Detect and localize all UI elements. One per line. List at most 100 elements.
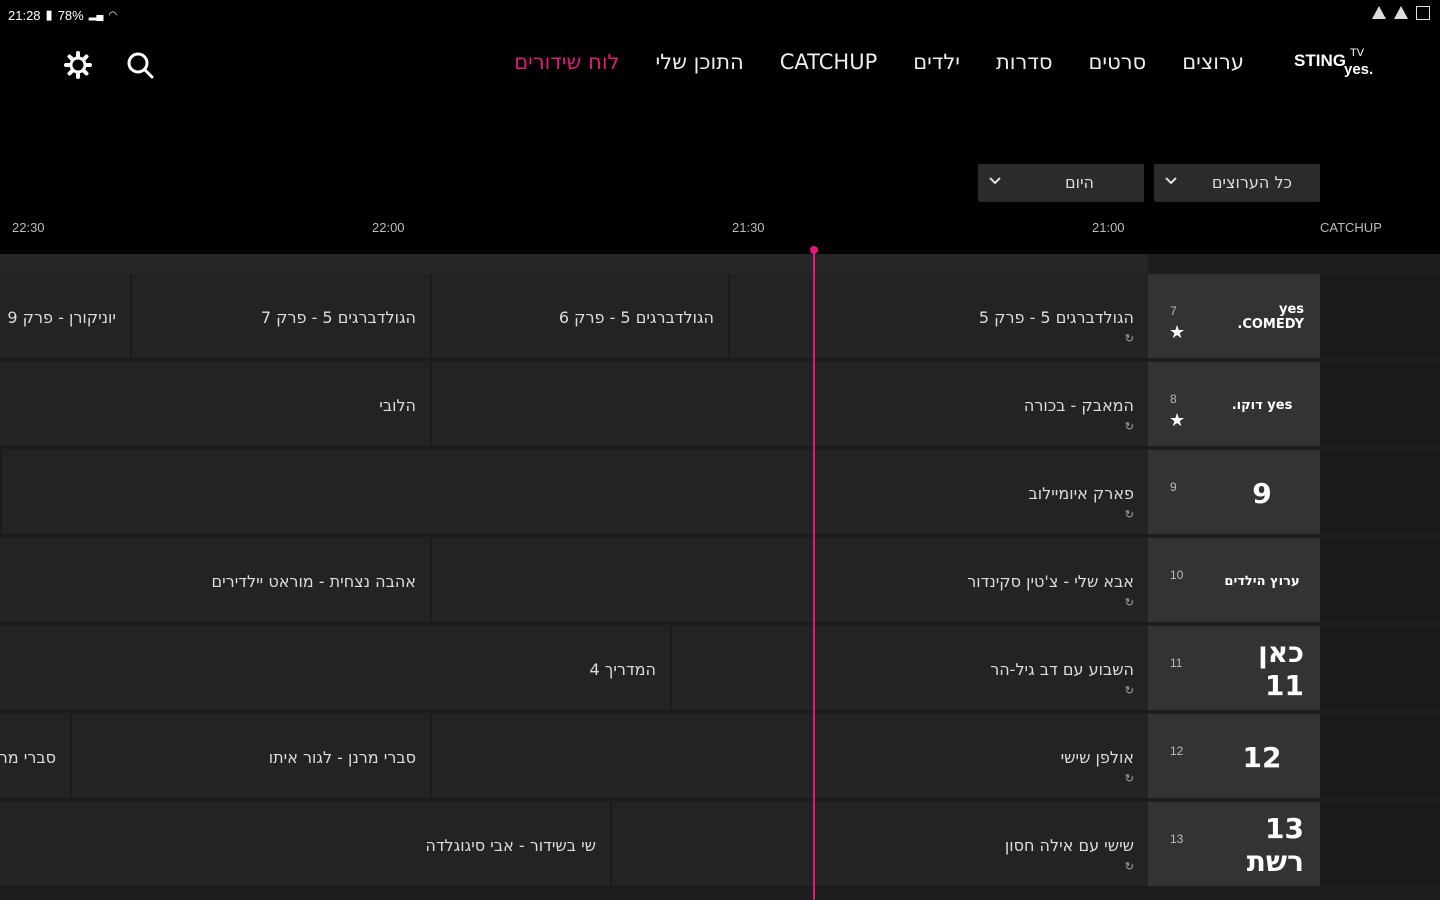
program-cell[interactable]: השבוע עם דב גיל-הר ↻ <box>670 626 1148 712</box>
channel-cell[interactable]: 99 <box>1148 450 1320 536</box>
status-right <box>1372 6 1430 20</box>
current-time-line <box>813 248 815 900</box>
catchup-column-cell <box>1320 538 1440 624</box>
program-cell[interactable]: פארק איומיילוב ↻ <box>0 450 1148 536</box>
channel-number: 9 <box>1170 480 1177 494</box>
channels-dropdown-value: כל הערוצים <box>1211 173 1292 192</box>
signal-icon: ▂▄ <box>88 9 104 21</box>
channel-row: אבא שלי - צ'טין סקינדור ↻ אהבה נצחית - מור… <box>0 538 1440 624</box>
channel-cell[interactable]: 13 13 רשת <box>1148 802 1320 888</box>
status-left: 21:28 ▮ 78% ▂▄ ◠ <box>8 7 117 23</box>
search-icon[interactable] <box>125 50 155 80</box>
gear-icon[interactable] <box>63 50 93 80</box>
image-icon <box>1416 6 1430 20</box>
time-label: 21:00 <box>1092 220 1125 235</box>
channel-row: השבוע עם דב גיל-הר ↻ המדריך 4 11 כאן 11 <box>0 626 1440 712</box>
channel-logo: 12 <box>1242 740 1282 774</box>
channel-row: שישי עם אילה חסון ↻ שי בשידור - אבי סיגוגל… <box>0 802 1440 888</box>
program-cell[interactable]: סברי מרנן - לגור איתו <box>70 714 430 800</box>
nav-item[interactable]: סדרות <box>996 50 1052 74</box>
favorite-star-icon[interactable]: ★ <box>1169 322 1185 343</box>
catchup-replay-icon: ↻ <box>1124 420 1134 433</box>
time-label: 22:30 <box>12 220 45 235</box>
channel-number: 8 <box>1170 392 1177 406</box>
channel-number: 7 <box>1170 304 1177 318</box>
catchup-replay-icon: ↻ <box>1124 772 1134 785</box>
day-dropdown[interactable]: היום <box>978 164 1144 202</box>
channel-number: 11 <box>1170 656 1183 670</box>
channel-logo: ערוץ הילדים <box>1224 573 1300 589</box>
program-cell[interactable]: שישי עם אילה חסון ↻ <box>610 802 1148 888</box>
epg-grid: הגולדברגים 5 - פרק 5 ↻ הגולדברגים 5 - פרק … <box>0 254 1440 900</box>
catchup-replay-icon: ↻ <box>1124 860 1134 873</box>
stingtv-logo: STING TV yes. <box>1294 47 1373 78</box>
program-title: המדריך 4 <box>589 660 656 679</box>
catchup-replay-icon: ↻ <box>1124 684 1134 697</box>
catchup-label: CATCHUP <box>1320 220 1382 235</box>
program-title: הגולדברגים 5 - פרק 5 <box>978 308 1134 327</box>
program-cell[interactable]: הלובי <box>0 362 430 448</box>
catchup-column-cell <box>1320 450 1440 536</box>
wifi-icon: ◠ <box>108 9 118 21</box>
channel-cell[interactable]: 7 ★ yes COMEDY. <box>1148 274 1320 360</box>
channel-cell[interactable]: 8 ★ yes דוקו. <box>1148 362 1320 448</box>
channel-logo: yes דוקו. <box>1231 397 1293 413</box>
program-title: שי בשידור - אבי סיגוגלדה <box>425 836 596 855</box>
channels-dropdown[interactable]: כל הערוצים <box>1154 164 1320 202</box>
channel-logo: yes COMEDY. <box>1237 302 1304 332</box>
chevron-down-icon <box>1165 177 1177 185</box>
catchup-column-cell <box>1320 626 1440 712</box>
battery-icon: ▮ <box>45 7 53 22</box>
channel-logo: כאן 11 <box>1258 636 1304 702</box>
channel-cell[interactable]: 10 ערוץ הילדים <box>1148 538 1320 624</box>
program-title: אהבה נצחית - מוראט יילדירים <box>211 572 416 591</box>
channel-cell[interactable]: 12 12 <box>1148 714 1320 800</box>
program-cell[interactable]: אולפן שישי ↻ <box>430 714 1148 800</box>
nav-item[interactable]: סרטים <box>1088 50 1146 74</box>
program-title: הלובי <box>379 396 416 415</box>
nav-item[interactable]: ערוצים <box>1182 50 1244 74</box>
channel-number: 10 <box>1170 568 1184 582</box>
program-title: הגולדברגים 5 - פרק 6 <box>558 308 714 327</box>
channel-row: פארק איומיילוב ↻ 9 9 <box>0 450 1440 536</box>
filters: היום כל הערוצים <box>978 164 1320 202</box>
channel-logo: 9 <box>1252 476 1272 510</box>
program-cell[interactable]: הגולדברגים 5 - פרק 5 ↻ <box>728 274 1148 360</box>
favorite-star-icon[interactable]: ★ <box>1169 410 1185 431</box>
channel-row: המאבק - בכורה ↻ הלובי 8 ★ yes דוקו. <box>0 362 1440 448</box>
program-cell[interactable]: שי בשידור - אבי סיגוגלדה <box>0 802 610 888</box>
program-cell[interactable]: המדריך 4 <box>0 626 670 712</box>
channel-cell[interactable]: 11 כאן 11 <box>1148 626 1320 712</box>
program-title: אולפן שישי <box>1060 748 1134 767</box>
program-cell[interactable]: הגולדברגים 5 - פרק 6 <box>430 274 728 360</box>
warning-icon <box>1372 6 1386 19</box>
program-cell[interactable]: אהבה נצחית - מוראט יילדירים <box>0 538 430 624</box>
program-cell[interactable]: סברי מרנן <box>0 714 70 800</box>
program-cell[interactable]: המאבק - בכורה ↻ <box>430 362 1148 448</box>
program-cell[interactable]: הגולדברגים 5 - פרק 7 <box>130 274 430 360</box>
program-title: הגולדברגים 5 - פרק 7 <box>260 308 416 327</box>
top-nav: ערוצים סרטים סדרות ילדים CATCHUP התוכן שלי לוח… <box>0 36 1440 96</box>
nav-item[interactable]: לוח שידורים <box>514 50 619 74</box>
catchup-column-cell <box>1320 714 1440 800</box>
warning-icon <box>1394 6 1408 19</box>
program-title: השבוע עם דב גיל-הר <box>990 660 1134 679</box>
channel-row: אולפן שישי ↻ סברי מרנן - לגור איתו סברי מרנ… <box>0 714 1440 800</box>
current-time-marker <box>810 246 818 254</box>
nav-menu: ערוצים סרטים סדרות ילדים CATCHUP התוכן שלי לוח… <box>514 50 1244 74</box>
nav-item[interactable]: ילדים <box>913 50 960 74</box>
program-title: סברי מרנן <box>0 748 56 767</box>
chevron-down-icon <box>989 177 1001 185</box>
nav-item[interactable]: CATCHUP <box>780 50 877 74</box>
program-cell[interactable]: יוניקורן - פרק 9 <box>0 274 130 360</box>
catchup-column-cell <box>1320 362 1440 448</box>
program-title: שישי עם אילה חסון <box>1004 836 1134 855</box>
catchup-replay-icon: ↻ <box>1124 332 1134 345</box>
time-label: 22:00 <box>372 220 405 235</box>
time-label: 21:30 <box>732 220 765 235</box>
time-header: CATCHUP 21:00 21:30 22:00 22:30 <box>0 218 1440 242</box>
program-cell[interactable]: אבא שלי - צ'טין סקינדור ↻ <box>430 538 1148 624</box>
channel-number: 13 <box>1170 832 1184 846</box>
nav-item[interactable]: התוכן שלי <box>656 50 744 74</box>
svg-text:STING: STING <box>1294 51 1346 70</box>
